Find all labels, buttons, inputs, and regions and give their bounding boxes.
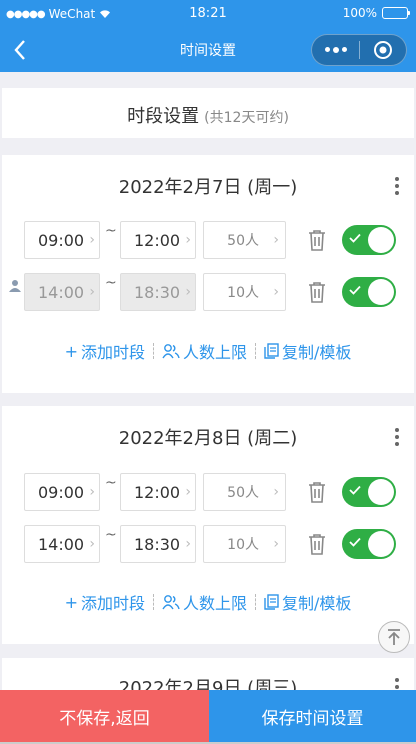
day-menu-button[interactable] (394, 428, 400, 446)
status-bar: ●●●●● WeChat 18:21 100% (0, 0, 416, 28)
capacity-limit-button[interactable]: 人数上限 (162, 339, 247, 363)
plus-icon: + (64, 341, 78, 361)
delete-slot-button[interactable] (306, 480, 328, 504)
day-menu-button[interactable] (394, 177, 400, 195)
copy-icon (264, 594, 279, 610)
add-slot-button[interactable]: + 添加时段 (65, 339, 145, 363)
close-mini-program-button[interactable] (360, 40, 406, 60)
save-button[interactable]: 保存时间设置 (209, 690, 416, 742)
day-card: 2022年2月7日 (周一) 09:00 › ~ 12:00 › 50人 › 14:0… (2, 155, 414, 393)
time-slot-row: 14:00 › ~ 18:30 › 10人 › (2, 525, 414, 563)
day-actions: + 添加时段 人数上限 复制/模板 (2, 590, 414, 614)
mini-program-capsule (311, 34, 407, 66)
copy-icon (264, 343, 279, 359)
check-icon (349, 485, 361, 495)
slot-toggle[interactable] (342, 477, 396, 507)
check-icon (349, 537, 361, 547)
delete-slot-button[interactable] (306, 228, 328, 252)
start-time-picker[interactable]: 09:00 › (24, 221, 100, 259)
copy-template-button[interactable]: 复制/模板 (264, 339, 351, 363)
range-separator: ~ (105, 223, 117, 239)
range-separator: ~ (105, 275, 117, 291)
time-slot-row: 09:00 › ~ 12:00 › 50人 › (2, 221, 414, 259)
capacity-picker[interactable]: 50人 › (203, 221, 286, 259)
range-separator: ~ (105, 527, 117, 543)
day-card: 2022年2月8日 (周二) 09:00 › ~ 12:00 › 50人 › 14:0… (2, 406, 414, 644)
time-slot-row: 14:00 › ~ 18:30 › 10人 › (2, 273, 414, 311)
battery-icon (382, 7, 410, 19)
end-time-picker[interactable]: 12:00 › (120, 473, 196, 511)
time-slot-row: 09:00 › ~ 12:00 › 50人 › (2, 473, 414, 511)
capacity-limit-button[interactable]: 人数上限 (162, 590, 247, 614)
available-days-count: (共12天可约) (204, 110, 289, 126)
booked-user-icon (9, 280, 21, 292)
day-date: 2022年2月7日 (周一) (118, 177, 298, 198)
start-time-picker[interactable]: 09:00 › (24, 473, 100, 511)
section-title: 时段设置 (127, 106, 200, 127)
delete-slot-button[interactable] (306, 532, 328, 556)
day-actions: + 添加时段 人数上限 复制/模板 (2, 339, 414, 363)
add-slot-button[interactable]: + 添加时段 (65, 590, 145, 614)
slot-toggle[interactable] (342, 277, 396, 307)
navigation-bar: 时间设置 (0, 28, 416, 72)
capacity-picker[interactable]: 10人 › (203, 525, 286, 563)
check-icon (349, 233, 361, 243)
users-icon (162, 344, 180, 359)
capacity-picker[interactable]: 50人 › (203, 473, 286, 511)
slot-toggle[interactable] (342, 529, 396, 559)
delete-slot-button[interactable] (306, 280, 328, 304)
plus-icon: + (64, 592, 78, 612)
day-date: 2022年2月8日 (周二) (118, 428, 298, 449)
target-icon (373, 41, 392, 59)
start-time-picker: 14:00 › (24, 273, 100, 311)
slot-toggle[interactable] (342, 225, 396, 255)
scroll-to-top-button[interactable] (378, 621, 410, 653)
end-time-picker[interactable]: 18:30 › (120, 525, 196, 563)
check-icon (349, 285, 361, 295)
start-time-picker[interactable]: 14:00 › (24, 525, 100, 563)
users-icon (162, 595, 180, 610)
footer-bar: 不保存,返回 保存时间设置 (0, 690, 416, 742)
battery-percent: 100% (342, 6, 377, 20)
end-time-picker[interactable]: 12:00 › (120, 221, 196, 259)
range-separator: ~ (105, 475, 117, 491)
end-time-picker: 18:30 › (120, 273, 196, 311)
schedule-header: 时段设置 (共12天可约) (2, 88, 414, 138)
cancel-button[interactable]: 不保存,返回 (0, 690, 209, 742)
capacity-picker[interactable]: 10人 › (203, 273, 286, 311)
copy-template-button[interactable]: 复制/模板 (264, 590, 351, 614)
arrow-up-icon (388, 629, 400, 645)
more-menu-button[interactable] (312, 47, 359, 53)
